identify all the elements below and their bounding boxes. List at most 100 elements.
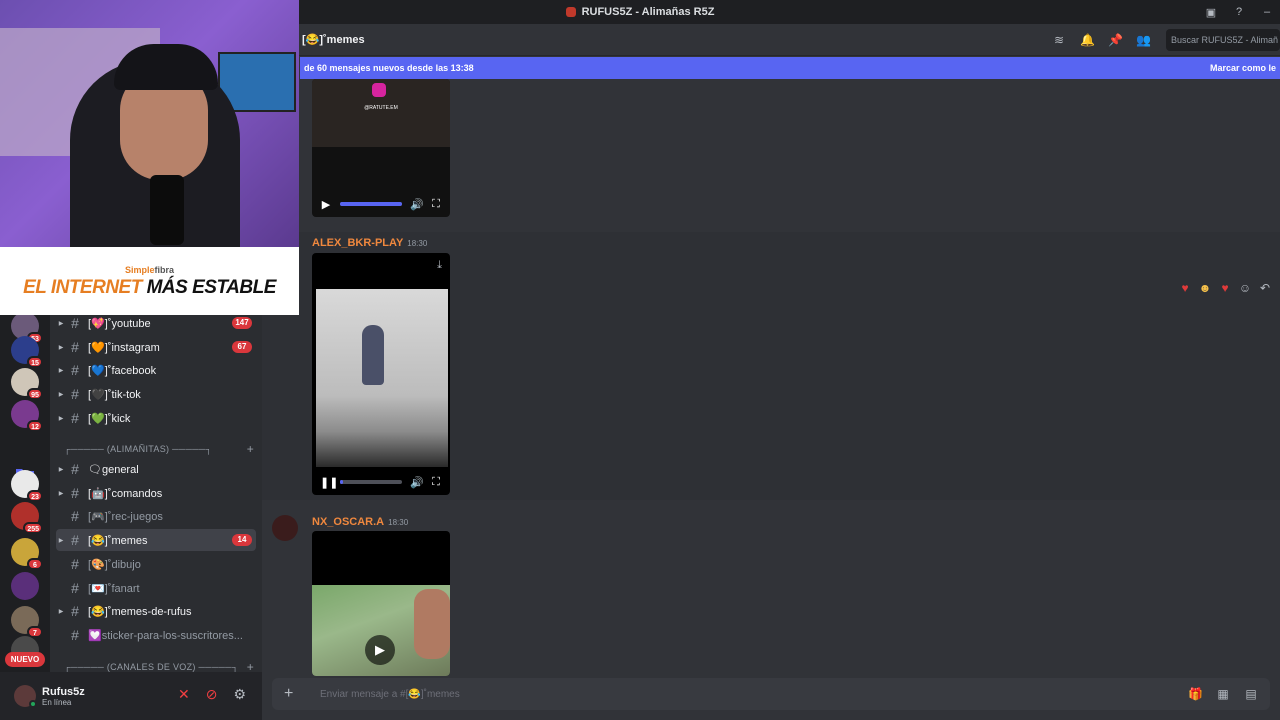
instagram-icon bbox=[372, 83, 386, 97]
streamer-cap bbox=[114, 44, 218, 90]
heart-reaction-icon[interactable]: ♥ bbox=[1218, 281, 1232, 295]
heart-reaction-icon[interactable]: ♥ bbox=[1178, 281, 1192, 295]
channel-item[interactable]: ▶ # [😂]˚memes-de-rufus bbox=[56, 600, 256, 622]
server-icon[interactable]: 15 bbox=[11, 336, 43, 368]
reply-icon[interactable]: ↶ bbox=[1258, 281, 1272, 295]
channel-item[interactable]: ▶ # [💙]˚facebook bbox=[56, 359, 256, 381]
author-name: NX_OSCAR.A bbox=[312, 516, 385, 528]
message-author[interactable]: NX_OSCAR.A 18:30 bbox=[312, 516, 408, 528]
category-header[interactable]: ┌───── (ALIMAÑITAS) ─────┐ + bbox=[64, 441, 254, 457]
channel-item[interactable]: ▶ # [🖤]˚tik-tok bbox=[56, 383, 256, 405]
video-attachment[interactable]: ▶ bbox=[312, 531, 450, 676]
message-composer[interactable]: + Enviar mensaje a #[😂]˚memes 🎁 ▦ ▤ bbox=[272, 678, 1270, 710]
channel-item-memes[interactable]: ▶ # [😂]˚memes 14 bbox=[56, 529, 256, 551]
new-messages-bar[interactable]: de 60 mensajes nuevos desde las 13:38 Ma… bbox=[300, 57, 1280, 79]
gear-icon[interactable]: ⚙ bbox=[233, 686, 246, 703]
hash-icon: # bbox=[71, 362, 79, 378]
server-icon[interactable]: 12 bbox=[11, 400, 43, 432]
channel-item[interactable]: ▶ # [🤖]˚comandos bbox=[56, 482, 256, 504]
chat-panel: [😂]˚memes ≋ 🔔 📌 👥 Buscar RUFUS5Z - Alima… bbox=[262, 24, 1280, 720]
sticker-icon[interactable]: ▤ bbox=[1244, 687, 1258, 701]
slogan-orange: EL INTERNET bbox=[23, 277, 142, 298]
help-icon[interactable]: ? bbox=[1232, 6, 1246, 18]
channel-label: 🗨general bbox=[88, 463, 139, 476]
user-info[interactable]: Rufus5z En línea bbox=[42, 686, 85, 707]
threads-icon[interactable]: ≋ bbox=[1052, 33, 1066, 47]
video-progress[interactable] bbox=[340, 202, 402, 206]
pin-icon[interactable]: 📌 bbox=[1108, 33, 1123, 47]
mention-badge: 67 bbox=[232, 341, 252, 353]
gif-icon[interactable]: ▦ bbox=[1216, 687, 1230, 701]
add-reaction-icon[interactable]: ☺ bbox=[1238, 281, 1252, 295]
hash-icon: # bbox=[71, 315, 79, 331]
volume-icon[interactable]: 🔊 bbox=[410, 476, 424, 489]
channel-item[interactable]: # [💌]˚fanart bbox=[56, 577, 256, 599]
server-badge: 23 bbox=[27, 490, 43, 502]
inbox-icon[interactable]: ▣ bbox=[1204, 6, 1218, 19]
server-icon[interactable] bbox=[11, 572, 39, 600]
channel-label: [💙]˚facebook bbox=[88, 364, 157, 377]
new-server-pill[interactable]: NUEVO bbox=[5, 652, 45, 667]
category-label: ┌───── (CANALES DE VOZ) ─────┐ bbox=[64, 662, 239, 672]
headphones-deafened-icon[interactable]: ⊘ bbox=[206, 686, 218, 703]
pause-icon[interactable]: ❚❚ bbox=[320, 476, 338, 489]
message-list[interactable]: @RATUTE.EM ▶ 🔊 ⛶ ALEX_BKR-PLAY 18:30 ♥ ☻ … bbox=[262, 79, 1280, 676]
video-progress[interactable] bbox=[340, 480, 402, 484]
laugh-reaction-icon[interactable]: ☻ bbox=[1198, 281, 1212, 295]
message-author[interactable]: ALEX_BKR-PLAY 18:30 bbox=[312, 237, 427, 249]
server-icon[interactable]: 95 bbox=[11, 368, 43, 400]
caret-right-icon: ▶ bbox=[58, 415, 64, 422]
avatar[interactable] bbox=[14, 685, 37, 708]
bell-icon[interactable]: 🔔 bbox=[1080, 33, 1095, 47]
search-input[interactable]: Buscar RUFUS5Z - Alimañ bbox=[1166, 29, 1280, 51]
server-icon[interactable]: 6 bbox=[11, 538, 43, 570]
channel-item[interactable]: # 💟sticker-para-los-suscritores... bbox=[56, 624, 256, 646]
channel-item[interactable]: ▶ # [💖]˚youtube 147 bbox=[56, 312, 256, 334]
channel-label: [🧡]˚instagram bbox=[88, 341, 160, 354]
play-icon[interactable]: ▶ bbox=[365, 635, 395, 665]
caret-right-icon: ▶ bbox=[58, 391, 64, 398]
download-icon[interactable]: ⤓ bbox=[437, 259, 442, 272]
server-icon[interactable]: 7 bbox=[11, 606, 43, 638]
add-channel-icon[interactable]: + bbox=[247, 442, 254, 456]
minimize-icon[interactable]: – bbox=[1260, 6, 1274, 18]
video-frame: ▶ bbox=[312, 585, 450, 676]
add-attachment-icon[interactable]: + bbox=[284, 685, 304, 703]
message-timestamp: 18:30 bbox=[388, 518, 409, 527]
server-logo-icon bbox=[565, 7, 576, 17]
video-progress-fill bbox=[340, 202, 402, 206]
message-input[interactable]: Enviar mensaje a #[😂]˚memes bbox=[320, 689, 1188, 700]
brand-part-2: fibra bbox=[154, 265, 175, 275]
slogan-black: MÁS ESTABLE bbox=[141, 277, 277, 298]
fullscreen-icon[interactable]: ⛶ bbox=[430, 476, 442, 489]
caret-right-icon: ▶ bbox=[58, 537, 64, 544]
message-timestamp: 18:30 bbox=[407, 239, 428, 248]
gift-icon[interactable]: 🎁 bbox=[1188, 687, 1203, 701]
mark-as-read-button[interactable]: Marcar como le bbox=[1210, 63, 1276, 73]
channel-item[interactable]: ▶ # [💚]˚kick bbox=[56, 407, 256, 429]
server-icon[interactable]: 255 bbox=[11, 502, 43, 534]
video-attachment[interactable]: @RATUTE.EM ▶ 🔊 ⛶ bbox=[312, 79, 450, 217]
server-icon[interactable]: 23 bbox=[11, 470, 43, 502]
brand-part-1: Simple bbox=[124, 265, 155, 275]
volume-icon[interactable]: 🔊 bbox=[410, 198, 424, 211]
video-frame bbox=[316, 289, 448, 467]
fullscreen-icon[interactable]: ⛶ bbox=[430, 198, 442, 211]
channel-item[interactable]: ▶ # [🧡]˚instagram 67 bbox=[56, 336, 256, 358]
server-badge: 255 bbox=[23, 522, 43, 534]
caret-right-icon: ▶ bbox=[58, 466, 64, 473]
channel-item[interactable]: # [🎨]˚dibujo bbox=[56, 553, 256, 575]
composer-tools: 🎁 ▦ ▤ bbox=[1188, 687, 1270, 701]
hash-icon: # bbox=[71, 339, 79, 355]
mention-badge: 14 bbox=[232, 534, 252, 546]
mic-muted-icon[interactable]: ✕ bbox=[178, 686, 190, 703]
server-badge: 12 bbox=[27, 420, 43, 432]
server-badge: 6 bbox=[27, 558, 43, 570]
channel-item[interactable]: # [🎮]˚rec-juegos bbox=[56, 505, 256, 527]
play-icon[interactable]: ▶ bbox=[320, 198, 332, 211]
video-attachment[interactable]: ⤓ ❚❚ 🔊 ⛶ bbox=[312, 253, 450, 495]
members-icon[interactable]: 👥 bbox=[1136, 33, 1151, 47]
channel-item[interactable]: ▶ # 🗨general bbox=[56, 458, 256, 480]
avatar[interactable] bbox=[272, 515, 298, 541]
online-status-icon bbox=[29, 700, 37, 708]
